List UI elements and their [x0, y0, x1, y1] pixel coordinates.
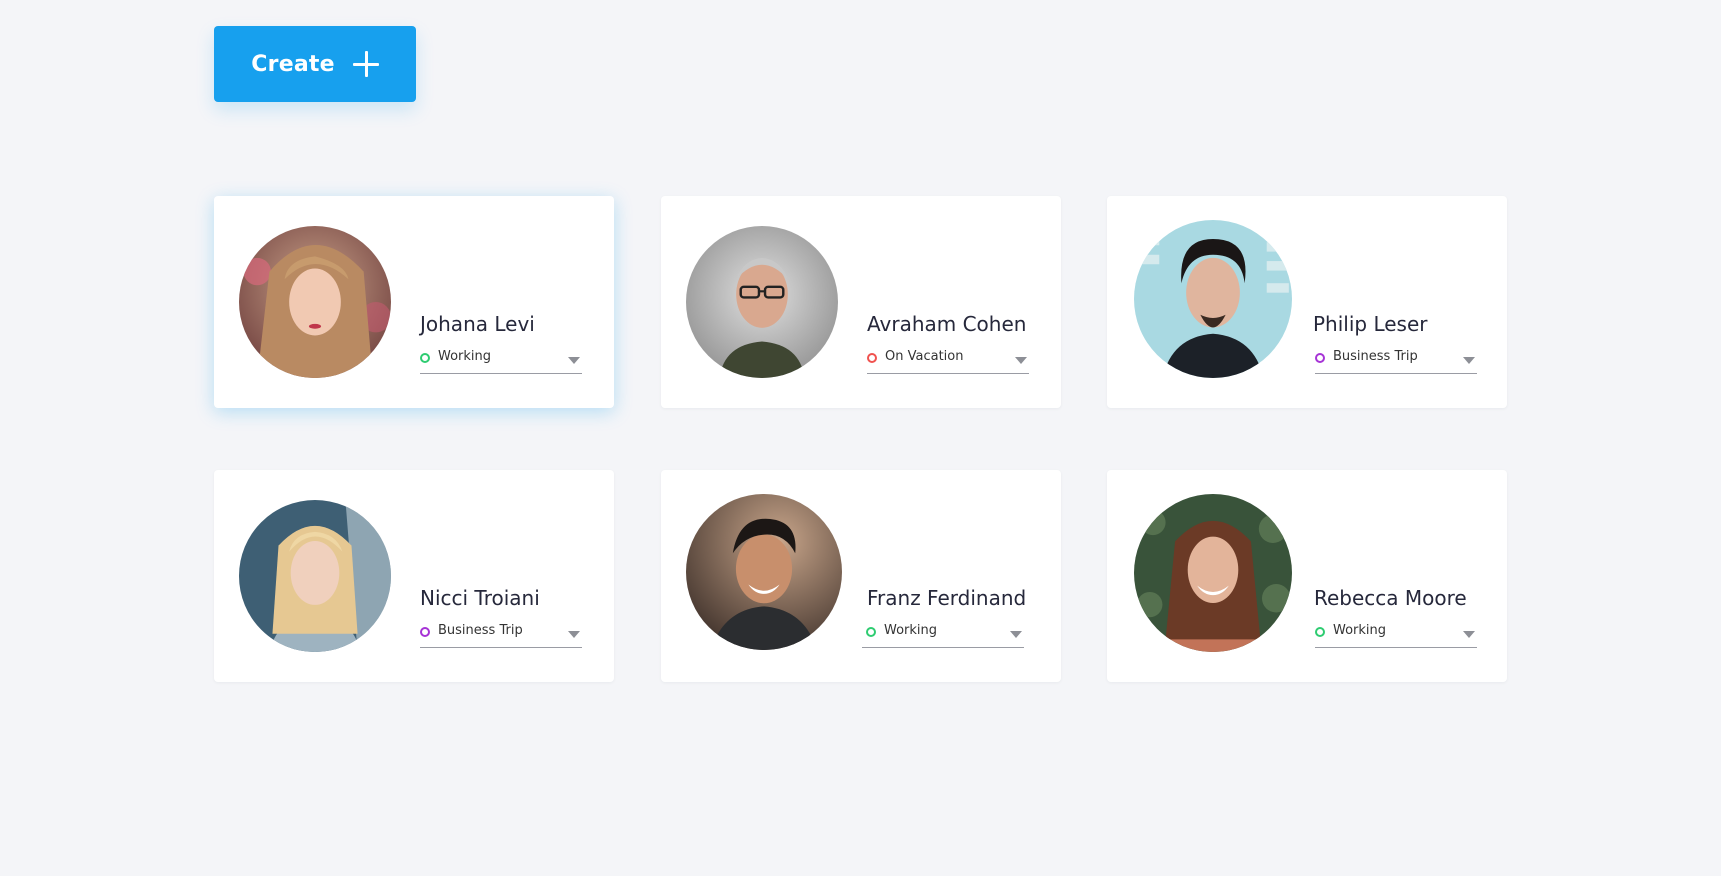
- employee-name: Nicci Troiani: [420, 586, 540, 610]
- employee-name: Franz Ferdinand: [867, 586, 1027, 610]
- employee-card[interactable]: Johana Levi Working: [214, 196, 614, 408]
- avatar: [1134, 220, 1292, 378]
- employee-card[interactable]: Rebecca Moore Working: [1107, 470, 1507, 682]
- employee-card[interactable]: Avraham Cohen On Vacation: [661, 196, 1061, 408]
- status-value: Business Trip: [1333, 349, 1418, 364]
- employee-card[interactable]: Nicci Troiani Business Trip: [214, 470, 614, 682]
- chevron-down-icon: [1463, 631, 1475, 638]
- plus-icon: [352, 51, 379, 77]
- avatar: [239, 500, 391, 652]
- status-indicator: [1315, 627, 1325, 637]
- status-value: Working: [884, 623, 938, 638]
- status-dropdown[interactable]: Working: [862, 622, 1024, 648]
- chevron-down-icon: [1463, 357, 1475, 364]
- employee-name: Rebecca Moore: [1314, 586, 1467, 610]
- chevron-down-icon: [1010, 631, 1022, 638]
- avatar: [239, 226, 391, 378]
- status-value: Business Trip: [438, 623, 523, 638]
- employee-name: Philip Leser: [1313, 312, 1428, 336]
- status-indicator: [866, 627, 876, 637]
- chevron-down-icon: [568, 357, 580, 364]
- chevron-down-icon: [568, 631, 580, 638]
- create-button[interactable]: Create: [214, 26, 416, 102]
- employee-name: Avraham Cohen: [867, 312, 1027, 336]
- employee-card[interactable]: Franz Ferdinand Working: [661, 470, 1061, 682]
- avatar: [686, 494, 842, 650]
- status-value: On Vacation: [885, 349, 964, 364]
- avatar: [686, 226, 838, 378]
- employee-name: Johana Levi: [420, 312, 535, 336]
- avatar: [1134, 494, 1292, 652]
- status-dropdown[interactable]: Working: [1315, 622, 1477, 648]
- status-indicator: [420, 353, 430, 363]
- create-button-label: Create: [251, 51, 335, 77]
- status-indicator: [867, 353, 877, 363]
- status-dropdown[interactable]: Business Trip: [1315, 348, 1477, 374]
- status-value: Working: [1333, 623, 1387, 638]
- status-value: Working: [438, 349, 492, 364]
- status-dropdown[interactable]: On Vacation: [867, 348, 1029, 374]
- status-indicator: [1315, 353, 1325, 363]
- status-indicator: [420, 627, 430, 637]
- status-dropdown[interactable]: Business Trip: [420, 622, 582, 648]
- chevron-down-icon: [1015, 357, 1027, 364]
- status-dropdown[interactable]: Working: [420, 348, 582, 374]
- employee-card[interactable]: Philip Leser Business Trip: [1107, 196, 1507, 408]
